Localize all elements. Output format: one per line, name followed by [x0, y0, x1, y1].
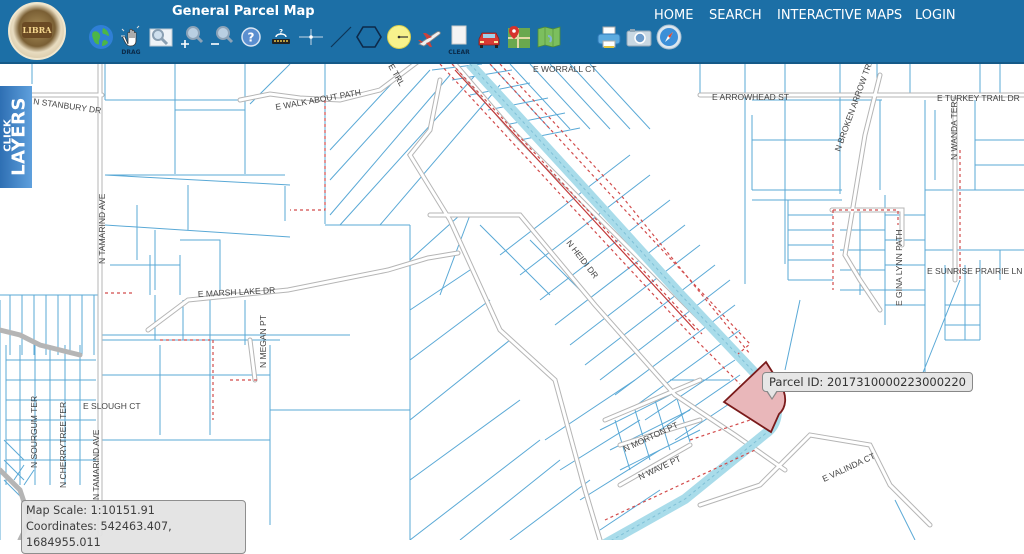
- street-label: N TAMARIND AVE: [97, 193, 107, 264]
- zoom-in-button[interactable]: [178, 24, 204, 52]
- basemap-button[interactable]: [536, 24, 562, 52]
- street-label: E GINA LYNN PATH: [894, 229, 904, 306]
- coordinates-label: Coordinates:: [26, 520, 97, 533]
- svg-text:?: ?: [248, 31, 255, 45]
- line-measure-icon: [330, 26, 352, 48]
- zoom-out-button[interactable]: [208, 24, 234, 52]
- coordinates-row: Coordinates: 542463.407, 1684955.011: [26, 519, 241, 551]
- street-label: E MARSH LAKE DR: [198, 285, 276, 299]
- street-label: E VALINDA CT: [821, 451, 877, 484]
- street-label: N BROKEN ARROW TRL: [832, 64, 875, 153]
- svg-text:?: ?: [279, 28, 283, 36]
- airplane-icon: [418, 31, 441, 47]
- nav-search[interactable]: SEARCH: [709, 8, 762, 23]
- drag-caption: DRAG: [121, 49, 141, 56]
- compass-icon: [656, 24, 682, 50]
- globe-full-extent-button[interactable]: [88, 24, 114, 52]
- folded-map-icon: [537, 26, 561, 48]
- parcel-id-value: 2017310000223000220: [826, 375, 966, 389]
- layers-toggle-button[interactable]: CLICK LAYERS: [0, 86, 32, 188]
- help-button[interactable]: ?: [238, 24, 264, 52]
- street-label: N MORTON PT: [622, 420, 680, 454]
- map-status-box: Map Scale: 1:10151.91 Coordinates: 54246…: [21, 500, 246, 554]
- globe-icon: [89, 25, 113, 49]
- point-crosshair-icon: [299, 29, 323, 45]
- roads: [0, 64, 1024, 540]
- drag-pan-button[interactable]: DRAG: [118, 24, 144, 56]
- street-label: N WANDA TER: [949, 101, 959, 160]
- aerial-button[interactable]: [416, 24, 442, 52]
- polygon-tool-button[interactable]: [356, 24, 382, 52]
- county-logo[interactable]: LIBRA: [8, 2, 66, 60]
- snapshot-button[interactable]: [626, 24, 652, 52]
- identify-button[interactable]: ?: [268, 24, 294, 52]
- circle-tool-button[interactable]: [386, 24, 412, 52]
- car-icon: [478, 32, 500, 48]
- point-tool-button[interactable]: [298, 24, 324, 52]
- app-header: LIBRA General Parcel Map DRAG ? ? CLEAR …: [0, 0, 1024, 64]
- clear-icon: [451, 25, 467, 45]
- street-label: E WORRALL CT: [533, 64, 596, 74]
- street-view-button[interactable]: [476, 24, 502, 52]
- line-tool-button[interactable]: [328, 24, 354, 52]
- circle-radius-icon: [387, 25, 411, 49]
- street-label: E SUNRISE PRAIRIE LN: [927, 266, 1022, 276]
- nav-home[interactable]: HOME: [654, 8, 693, 23]
- nav-login[interactable]: LOGIN: [915, 8, 956, 23]
- map-canvas[interactable]: N STANBURY DR E WALK ABOUT PATH E TRL E …: [0, 64, 1024, 540]
- street-label: E SLOUGH CT: [83, 401, 141, 411]
- identify-icon: ?: [272, 28, 290, 44]
- zoom-in-icon: [181, 26, 204, 48]
- page-title: General Parcel Map: [172, 4, 315, 19]
- compass-button[interactable]: [656, 24, 682, 52]
- map-pin-icon: [508, 26, 530, 48]
- clear-button[interactable]: CLEAR: [446, 24, 472, 56]
- clear-caption: CLEAR: [448, 49, 470, 56]
- nav-interactive-maps[interactable]: INTERACTIVE MAPS: [777, 8, 902, 23]
- help-icon: ?: [241, 27, 261, 47]
- google-maps-button[interactable]: [506, 24, 532, 52]
- zoom-out-icon: [211, 26, 234, 45]
- street-label: N STANBURY DR: [33, 96, 102, 115]
- street-label: N CHERRYTREE TER: [58, 402, 68, 488]
- zoom-box-button[interactable]: [148, 24, 174, 52]
- map-scale-label: Map Scale:: [26, 504, 88, 517]
- street-label: N MEGAN PT: [258, 315, 268, 368]
- logo-text: LIBRA: [22, 22, 52, 38]
- parcel-map[interactable]: N STANBURY DR E WALK ABOUT PATH E TRL E …: [0, 64, 1024, 540]
- zoom-box-icon: [149, 28, 173, 47]
- street-label: N WAVE PT: [637, 453, 683, 481]
- street-label: E ARROWHEAD ST: [712, 92, 789, 102]
- layers-tab-label: LAYERS: [8, 97, 30, 176]
- street-label: N TAMARIND AVE: [91, 429, 101, 500]
- polygon-icon: [356, 26, 382, 48]
- easement-solid: [454, 69, 696, 331]
- parcel-lines: [0, 64, 1024, 540]
- street-label: N SOURGUM TER: [29, 396, 39, 468]
- drag-hand-icon: [121, 25, 140, 47]
- print-button[interactable]: [596, 24, 622, 52]
- parcel-id-tooltip: Parcel ID: 2017310000223000220: [762, 372, 973, 400]
- map-scale-row: Map Scale: 1:10151.91: [26, 503, 241, 519]
- printer-icon: [597, 26, 621, 48]
- parcel-id-label: Parcel ID:: [769, 375, 824, 389]
- camera-icon: [626, 29, 652, 47]
- map-scale-value: 1:10151.91: [90, 504, 155, 517]
